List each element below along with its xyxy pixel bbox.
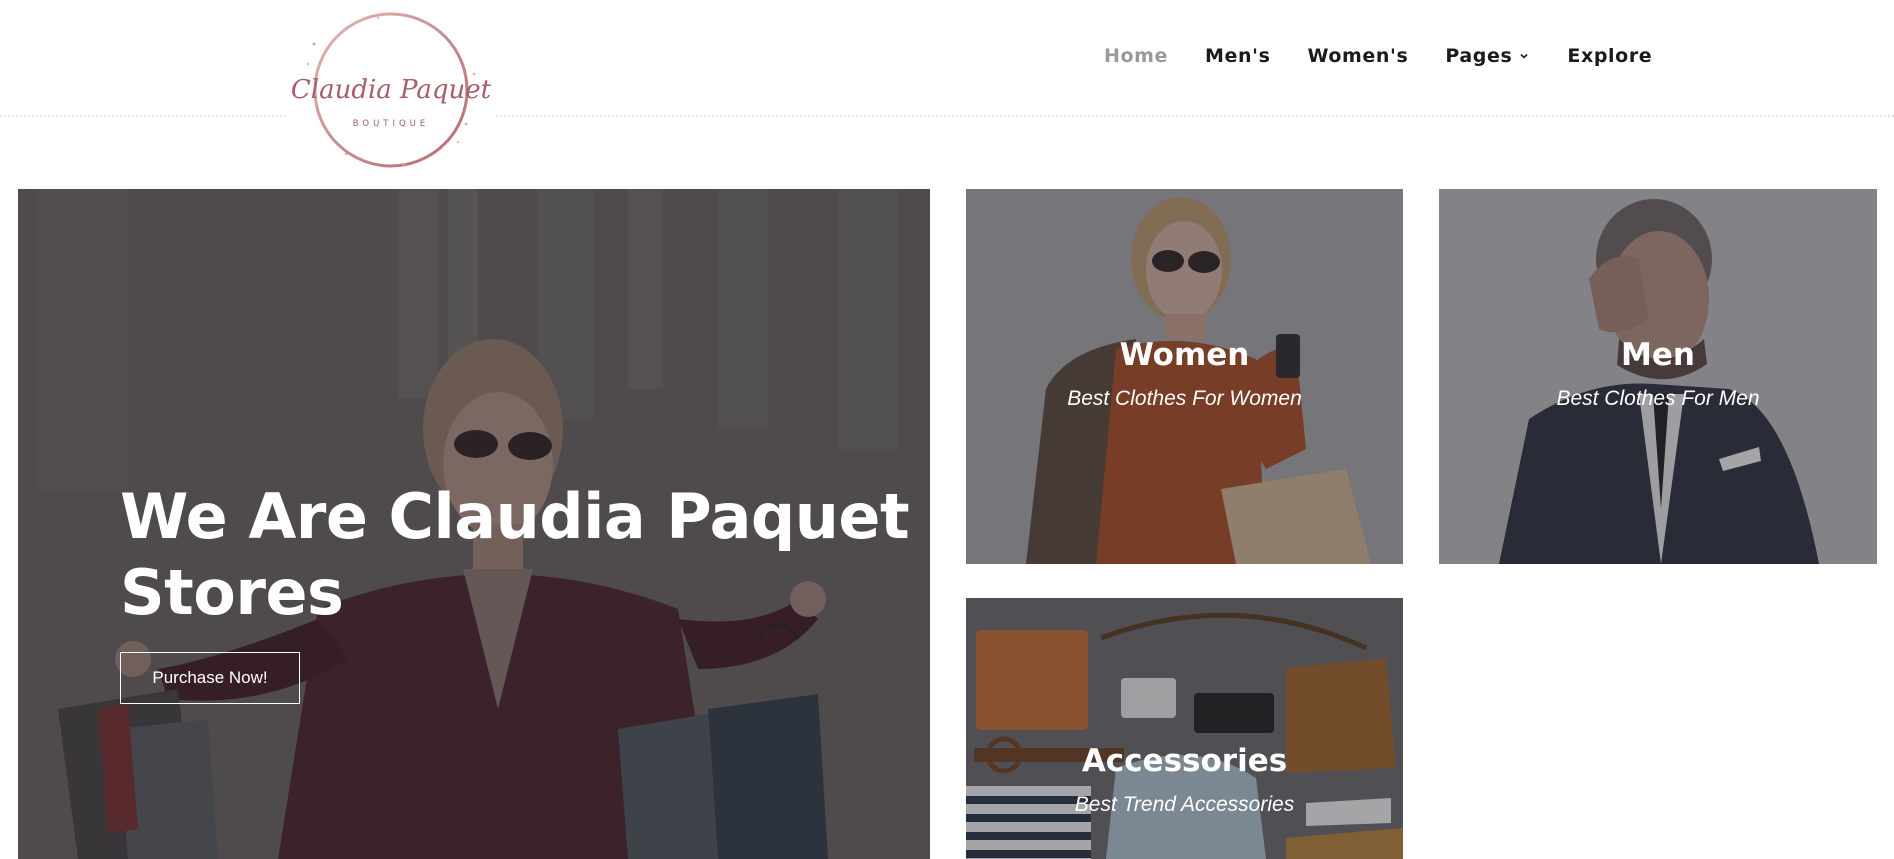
accessories-category-image xyxy=(966,598,1403,859)
women-caption: Women xyxy=(966,337,1403,373)
accessories-subtitle-wrap: Best Trend Accessories xyxy=(966,793,1403,817)
nav-mens[interactable]: Men's xyxy=(1205,45,1270,67)
logo-emblem-icon: Claudia Paquet BOUTIQUE xyxy=(291,12,492,168)
men-category-image xyxy=(1439,189,1877,564)
men-caption: Men xyxy=(1439,337,1877,373)
accessories-title: Accessories xyxy=(1081,743,1288,779)
men-subtitle: Best Clothes For Men xyxy=(1556,387,1760,410)
logo-script-text: Claudia Paquet xyxy=(291,75,492,105)
main-nav: Home Men's Women's Pages Explore xyxy=(1104,44,1689,68)
men-subtitle-wrap: Best Clothes For Men xyxy=(1439,387,1877,411)
men-title: Men xyxy=(1621,337,1695,373)
hero-banner: We Are Claudia Paquet Stores Purchase No… xyxy=(18,189,930,859)
women-category-image xyxy=(966,189,1403,564)
nav-pages-label: Pages xyxy=(1445,45,1513,67)
category-tile-men[interactable]: Men Best Clothes For Men xyxy=(1439,189,1877,564)
hero-title: We Are Claudia Paquet Stores xyxy=(120,479,920,631)
site-header: Home Men's Women's Pages Explore xyxy=(0,0,1894,115)
nav-explore[interactable]: Explore xyxy=(1567,45,1652,67)
chevron-down-icon xyxy=(1520,53,1528,59)
purchase-now-button[interactable]: Purchase Now! xyxy=(120,652,300,704)
brand-logo[interactable]: Claudia Paquet BOUTIQUE xyxy=(286,4,496,176)
header-divider xyxy=(0,115,1894,117)
accessories-subtitle: Best Trend Accessories xyxy=(1074,793,1295,816)
logo-sub-text: BOUTIQUE xyxy=(353,119,430,129)
nav-home[interactable]: Home xyxy=(1104,45,1168,67)
category-tile-accessories[interactable]: Accessories Best Trend Accessories xyxy=(966,598,1403,859)
women-title: Women xyxy=(1119,337,1250,373)
accessories-caption: Accessories xyxy=(966,743,1403,779)
hero-title-line1: We Are Claudia Paquet xyxy=(120,480,910,553)
women-subtitle: Best Clothes For Women xyxy=(1067,387,1302,410)
women-subtitle-wrap: Best Clothes For Women xyxy=(966,387,1403,411)
nav-womens[interactable]: Women's xyxy=(1308,45,1409,67)
category-tile-women[interactable]: Women Best Clothes For Women xyxy=(966,189,1403,564)
nav-pages[interactable]: Pages xyxy=(1445,45,1530,67)
hero-title-line2: Stores xyxy=(120,556,344,629)
